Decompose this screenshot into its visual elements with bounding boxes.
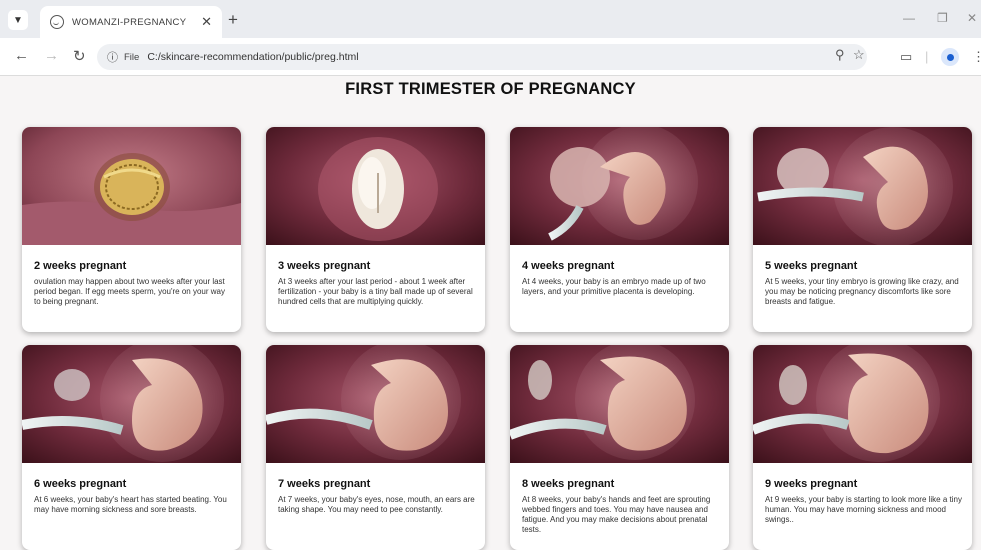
week-card[interactable]: 9 weeks pregnant At 9 weeks, your baby i… <box>753 345 972 550</box>
week-4-image <box>510 127 729 245</box>
menu-icon[interactable]: ⋮ <box>972 49 981 65</box>
page-content: FIRST TRIMESTER OF PREGNANCY 2 weeks pre… <box>0 76 981 550</box>
favicon-icon <box>50 15 64 29</box>
card-text: At 7 weeks, your baby's eyes, nose, mout… <box>278 495 475 514</box>
week-card[interactable]: 3 weeks pregnant At 3 weeks after your l… <box>266 127 485 332</box>
bookmark-star-icon[interactable]: ☆ <box>853 47 865 63</box>
card-text: ovulation may happen about two weeks aft… <box>34 277 225 306</box>
restore-icon[interactable]: ❐ <box>937 11 948 25</box>
card-title: 2 weeks pregnant <box>34 260 127 272</box>
tab-title: WOMANZI-PREGNANCY <box>72 16 187 28</box>
new-tab-button[interactable]: + <box>228 10 238 30</box>
card-title: 4 weeks pregnant <box>522 260 615 272</box>
back-icon[interactable]: ← <box>14 47 29 64</box>
tab-search-button[interactable]: ▼ <box>8 10 28 30</box>
forward-icon[interactable]: → <box>44 47 59 64</box>
week-card[interactable]: 8 weeks pregnant At 8 weeks, your baby's… <box>510 345 729 550</box>
minimize-icon[interactable]: — <box>903 11 915 25</box>
scheme-label: File <box>124 51 140 63</box>
week-card[interactable]: 4 weeks pregnant At 4 weeks, your baby i… <box>510 127 729 332</box>
week-8-image <box>510 345 729 463</box>
week-7-image <box>266 345 485 463</box>
page-title: FIRST TRIMESTER OF PREGNANCY <box>345 80 636 98</box>
week-9-image <box>753 345 972 463</box>
card-text: At 9 weeks, your baby is starting to loo… <box>765 495 962 524</box>
card-title: 6 weeks pregnant <box>34 478 127 490</box>
address-bar[interactable]: ⓘ File C:/skincare-recommendation/public… <box>97 44 867 70</box>
card-text: At 6 weeks, your baby's heart has starte… <box>34 495 227 514</box>
week-card[interactable]: 7 weeks pregnant At 7 weeks, your baby's… <box>266 345 485 550</box>
week-card[interactable]: 2 weeks pregnant ovulation may happen ab… <box>22 127 241 332</box>
week-card[interactable]: 6 weeks pregnant At 6 weeks, your baby's… <box>22 345 241 550</box>
card-text: At 4 weeks, your baby is an embryo made … <box>522 277 706 296</box>
url-text[interactable]: C:/skincare-recommendation/public/preg.h… <box>147 51 358 63</box>
card-text: At 8 weeks, your baby's hands and feet a… <box>522 495 711 534</box>
week-6-image <box>22 345 241 463</box>
card-title: 9 weeks pregnant <box>765 478 858 490</box>
chevron-down-icon: ▼ <box>13 14 23 26</box>
card-title: 7 weeks pregnant <box>278 478 371 490</box>
zoom-icon[interactable]: ⚲ <box>835 47 845 63</box>
card-title: 3 weeks pregnant <box>278 260 371 272</box>
window-close-icon[interactable]: ✕ <box>967 11 977 25</box>
card-text: At 3 weeks after your last period - abou… <box>278 277 473 306</box>
close-tab-icon[interactable]: ✕ <box>201 14 212 30</box>
browser-tab[interactable]: WOMANZI-PREGNANCY ✕ <box>40 6 222 38</box>
browser-toolbar: ← → ↻ ⓘ File C:/skincare-recommendation/… <box>0 38 981 76</box>
week-2-image <box>22 127 241 245</box>
week-5-image <box>753 127 972 245</box>
card-title: 8 weeks pregnant <box>522 478 615 490</box>
toolbar-divider: | <box>925 49 929 64</box>
info-icon[interactable]: ⓘ <box>107 49 118 65</box>
card-title: 5 weeks pregnant <box>765 260 858 272</box>
week-card[interactable]: 5 weeks pregnant At 5 weeks, your tiny e… <box>753 127 972 332</box>
extensions-icon[interactable]: ▭ <box>900 49 912 65</box>
reload-icon[interactable]: ↻ <box>73 47 86 65</box>
tab-strip: ▼ WOMANZI-PREGNANCY ✕ + — ❐ ✕ <box>0 0 981 38</box>
card-text: At 5 weeks, your tiny embryo is growing … <box>765 277 959 306</box>
week-3-image <box>266 127 485 245</box>
profile-avatar[interactable] <box>941 48 959 66</box>
